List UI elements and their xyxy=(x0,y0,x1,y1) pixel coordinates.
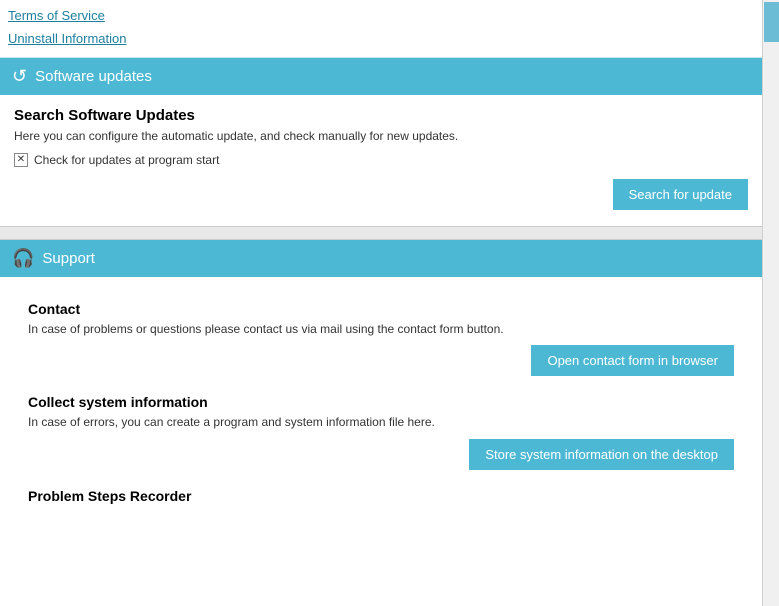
support-header: 🎧 Support xyxy=(0,240,762,277)
system-info-title: Collect system information xyxy=(28,394,734,410)
support-title: Support xyxy=(42,250,95,267)
check-updates-row: ✕ Check for updates at program start xyxy=(14,153,748,167)
main-content: Terms of Service Uninstall Information ↺… xyxy=(0,0,762,606)
problem-recorder-title: Problem Steps Recorder xyxy=(28,488,734,504)
contact-title: Contact xyxy=(28,301,734,317)
headset-icon: 🎧 xyxy=(12,248,34,269)
software-updates-header: ↺ Software updates xyxy=(0,58,762,95)
search-updates-title: Search Software Updates xyxy=(14,107,748,124)
contact-subsection: Contact In case of problems or questions… xyxy=(14,289,748,385)
software-updates-title: Software updates xyxy=(35,68,152,85)
section-divider-1 xyxy=(0,226,762,240)
system-info-button-row: Store system information on the desktop xyxy=(28,439,734,470)
open-contact-form-button[interactable]: Open contact form in browser xyxy=(531,345,734,376)
uninstall-information-link[interactable]: Uninstall Information xyxy=(8,27,754,50)
software-updates-body: Search Software Updates Here you can con… xyxy=(0,95,762,226)
scrollbar[interactable] xyxy=(762,0,779,606)
terms-of-service-link[interactable]: Terms of Service xyxy=(8,4,754,27)
software-updates-section: ↺ Software updates Search Software Updat… xyxy=(0,58,762,226)
refresh-icon: ↺ xyxy=(12,66,27,87)
search-updates-desc: Here you can configure the automatic upd… xyxy=(14,128,748,145)
support-section: 🎧 Support Contact In case of problems or… xyxy=(0,240,762,527)
check-updates-label: Check for updates at program start xyxy=(34,153,219,167)
top-links-section: Terms of Service Uninstall Information xyxy=(0,0,762,58)
problem-recorder-subsection: Problem Steps Recorder xyxy=(14,478,748,510)
scrollbar-thumb[interactable] xyxy=(764,2,779,42)
check-updates-checkbox[interactable]: ✕ xyxy=(14,153,28,167)
support-body: Contact In case of problems or questions… xyxy=(0,277,762,527)
contact-desc: In case of problems or questions please … xyxy=(28,321,734,338)
system-info-desc: In case of errors, you can create a prog… xyxy=(28,414,734,431)
search-update-button-row: Search for update xyxy=(14,179,748,210)
contact-button-row: Open contact form in browser xyxy=(28,345,734,376)
system-info-subsection: Collect system information In case of er… xyxy=(14,384,748,478)
search-update-button[interactable]: Search for update xyxy=(613,179,748,210)
store-system-info-button[interactable]: Store system information on the desktop xyxy=(469,439,734,470)
